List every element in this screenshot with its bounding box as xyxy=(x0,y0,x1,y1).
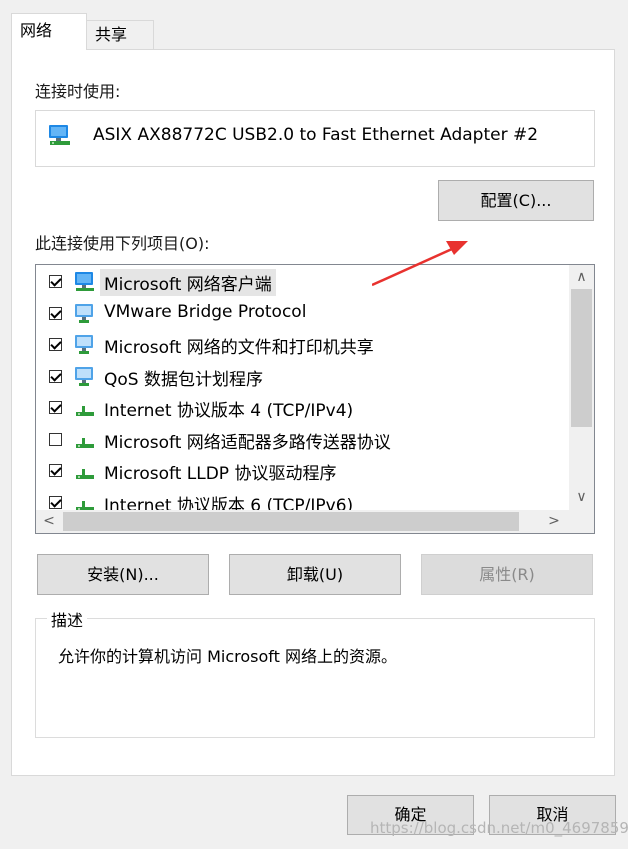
network-client-icon xyxy=(73,270,97,298)
description-group xyxy=(35,618,595,738)
adapter-box: ASIX AX88772C USB2.0 to Fast Ethernet Ad… xyxy=(35,110,595,167)
item-label: VMware Bridge Protocol xyxy=(104,301,307,322)
connect-using-label: 连接时使用: xyxy=(35,82,121,101)
item-label: Microsoft 网络适配器多路传送器协议 xyxy=(104,432,391,453)
tab-network[interactable]: 网络 xyxy=(11,13,87,50)
protocol-icon xyxy=(73,396,97,424)
uninstall-button[interactable]: 卸载(U) xyxy=(229,554,401,595)
scroll-corner xyxy=(569,510,594,533)
check-mark-icon xyxy=(50,306,62,319)
horizontal-scrollbar[interactable]: < > xyxy=(36,510,569,533)
check-mark-icon xyxy=(50,401,62,413)
list-item[interactable]: VMware Bridge Protocol xyxy=(36,299,569,330)
item-checkbox[interactable] xyxy=(49,432,62,446)
vertical-scroll-thumb[interactable] xyxy=(571,289,592,427)
description-text: 允许你的计算机访问 Microsoft 网络上的资源。 xyxy=(58,647,397,666)
network-adapter-icon xyxy=(49,125,70,145)
item-checkbox[interactable] xyxy=(49,401,62,414)
list-item[interactable]: Microsoft LLDP 协议驱动程序 xyxy=(36,456,569,487)
item-label: Internet 协议版本 4 (TCP/IPv4) xyxy=(104,401,354,421)
item-checkbox[interactable] xyxy=(49,306,62,320)
scroll-up-icon[interactable]: ∧ xyxy=(569,267,594,287)
item-label: Microsoft LLDP 协议驱动程序 xyxy=(104,464,337,484)
watermark: https://blog.csdn.net/m0_46978592 xyxy=(370,819,628,837)
check-mark-icon xyxy=(50,369,62,382)
tab-sharing-label: 共享 xyxy=(95,25,128,44)
item-label: Internet 协议版本 6 (TCP/IPv6) xyxy=(104,495,354,511)
properties-button[interactable]: 属性(R) xyxy=(421,554,593,595)
network-tab-panel: 连接时使用: ASIX AX88772C USB2.0 to Fast Ethe… xyxy=(11,49,615,776)
check-mark-icon xyxy=(50,464,62,476)
list-item[interactable]: Internet 协议版本 6 (TCP/IPv6) xyxy=(36,488,569,511)
protocol-icon xyxy=(73,491,97,510)
list-item[interactable]: Internet 协议版本 4 (TCP/IPv4) xyxy=(36,393,569,424)
vertical-scrollbar[interactable]: ∧ ∨ xyxy=(569,265,594,510)
scroll-down-icon[interactable]: ∨ xyxy=(569,487,594,507)
check-mark-icon xyxy=(50,495,62,508)
horizontal-scroll-thumb[interactable] xyxy=(63,512,519,531)
install-button[interactable]: 安装(N)... xyxy=(37,554,209,595)
item-checkbox[interactable] xyxy=(49,464,62,477)
protocol-icon xyxy=(73,428,97,456)
list-item[interactable]: Microsoft 网络的文件和打印机共享 xyxy=(36,330,569,361)
items-label: 此连接使用下列项目(O): xyxy=(35,234,210,253)
list-item[interactable]: QoS 数据包计划程序 xyxy=(36,362,569,393)
check-mark-icon xyxy=(50,338,62,350)
network-service-icon xyxy=(73,333,97,361)
network-service-icon xyxy=(73,302,97,330)
item-checkbox[interactable] xyxy=(49,369,62,383)
item-checkbox[interactable] xyxy=(49,338,62,351)
network-service-icon xyxy=(73,365,97,393)
list-item[interactable]: Microsoft 网络客户端 xyxy=(36,267,569,298)
item-checkbox[interactable] xyxy=(49,275,62,288)
protocol-icon xyxy=(73,459,97,487)
items-list: Microsoft 网络客户端 VMware Bridge Protocol Mic… xyxy=(36,265,569,510)
item-label: QoS 数据包计划程序 xyxy=(104,369,263,390)
items-listbox[interactable]: Microsoft 网络客户端 VMware Bridge Protocol Mic… xyxy=(35,264,595,534)
item-label: Microsoft 网络的文件和打印机共享 xyxy=(104,338,374,358)
tab-sharing[interactable]: 共享 xyxy=(86,20,154,50)
list-item[interactable]: Microsoft 网络适配器多路传送器协议 xyxy=(36,425,569,456)
annotation-arrow-icon xyxy=(372,241,468,287)
item-label: Microsoft 网络客户端 xyxy=(100,269,276,296)
adapter-name: ASIX AX88772C USB2.0 to Fast Ethernet Ad… xyxy=(93,125,539,145)
item-checkbox[interactable] xyxy=(49,495,62,509)
configure-button[interactable]: 配置(C)... xyxy=(438,180,594,221)
check-mark-icon xyxy=(50,275,62,287)
description-title: 描述 xyxy=(47,607,88,631)
tab-network-label: 网络 xyxy=(20,21,53,40)
scroll-left-icon[interactable]: < xyxy=(38,510,60,533)
scroll-right-icon[interactable]: > xyxy=(543,510,565,533)
